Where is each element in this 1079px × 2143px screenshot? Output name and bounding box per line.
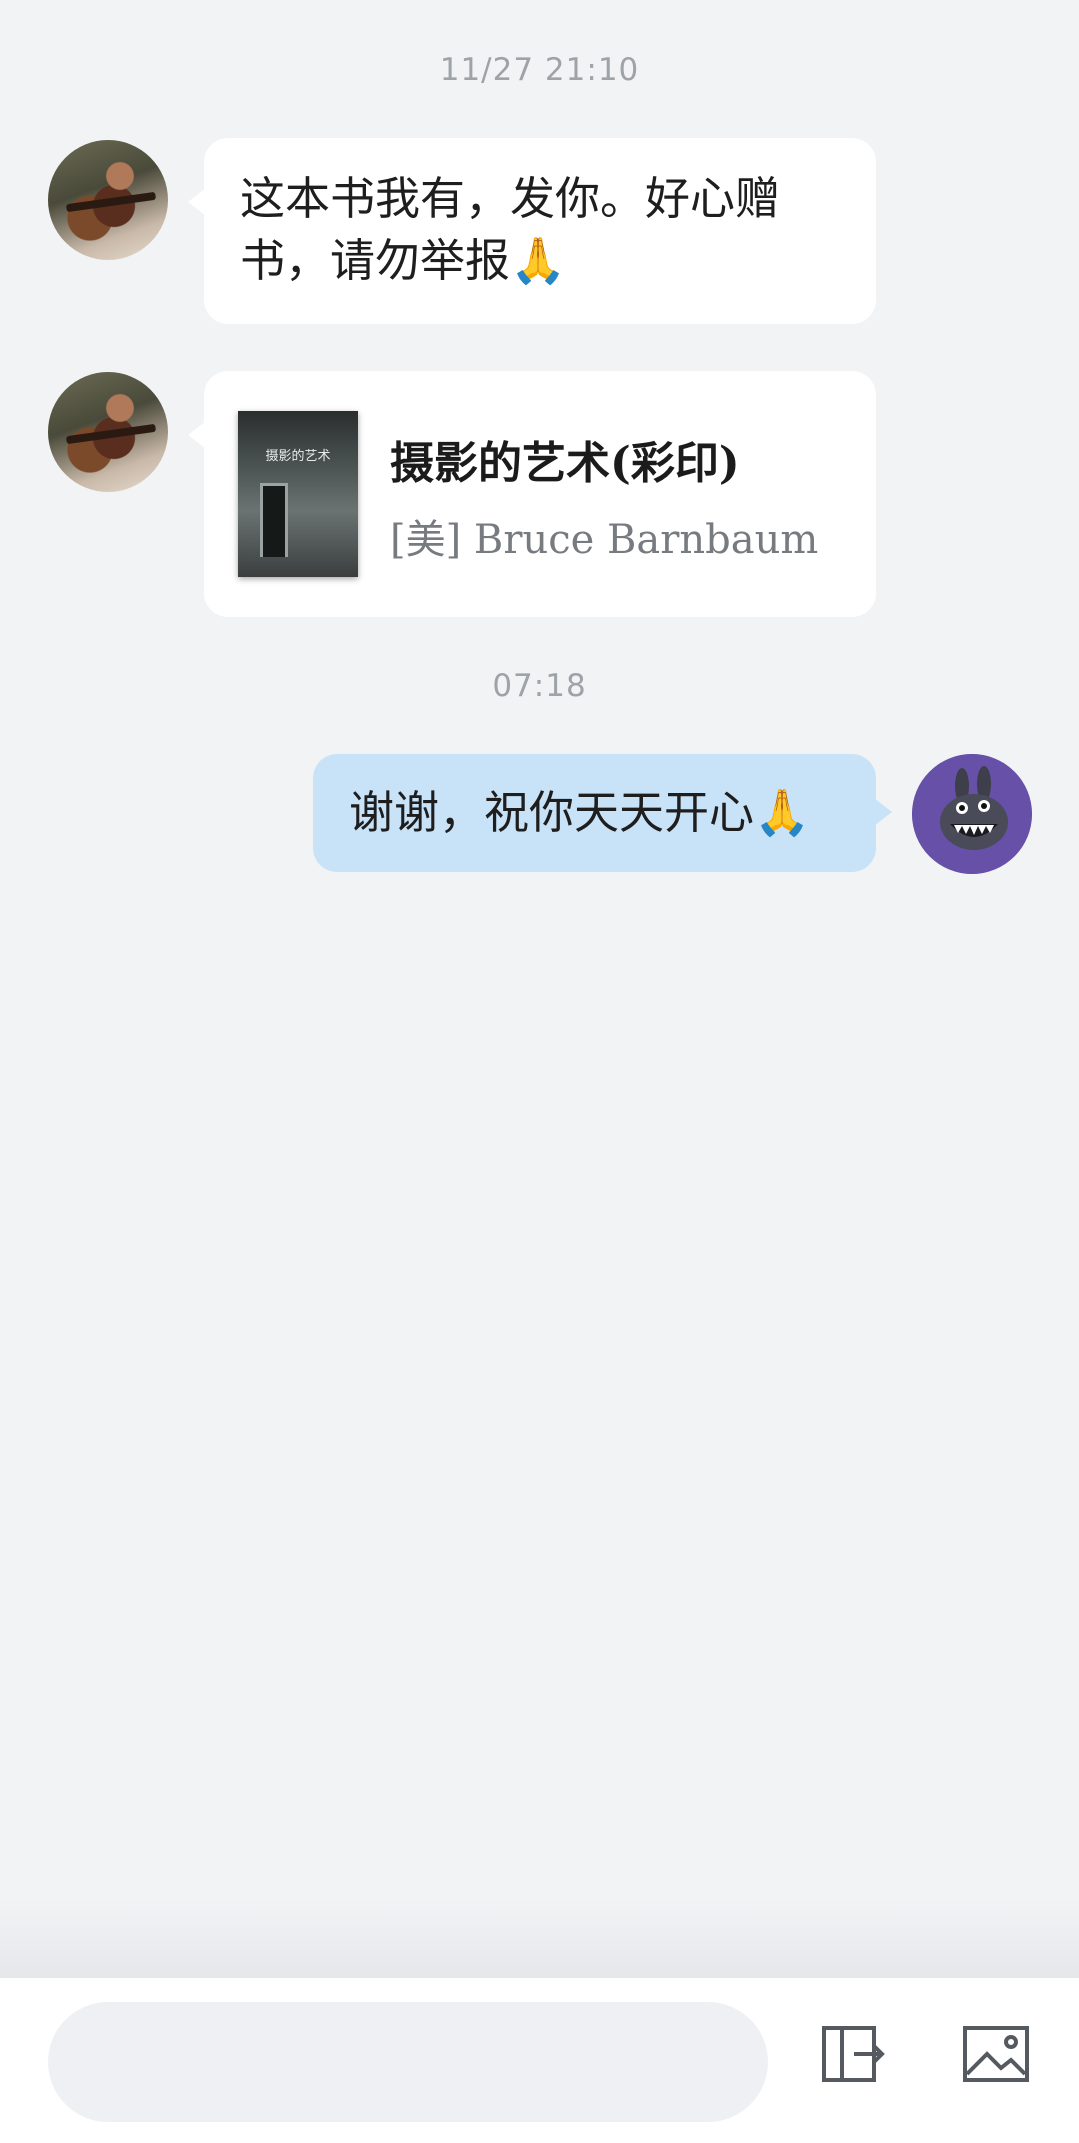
exit-panel-icon [822, 2026, 885, 2082]
timestamp: 11/27 21:10 [439, 52, 640, 88]
book-title: 摄影的艺术(彩印) [390, 438, 740, 489]
composer-shadow [0, 1900, 1079, 1978]
book-author: [美] Bruce Barnbaum [390, 517, 819, 563]
book-cover-image: 摄影的艺术 [238, 411, 358, 577]
message-bubble-outgoing[interactable]: 谢谢，祝你天天开心🙏 [313, 754, 892, 872]
timestamp: 07:18 [492, 668, 587, 704]
image-icon [963, 2026, 1029, 2082]
message-input[interactable] [48, 2002, 768, 2122]
sender-avatar[interactable] [48, 372, 168, 492]
my-avatar[interactable] [912, 754, 1032, 874]
image-button[interactable] [956, 2014, 1036, 2094]
monster-avatar-icon [912, 754, 1032, 874]
book-cover-title: 摄影的艺术 [265, 449, 331, 464]
composer-bar [0, 1978, 1079, 2143]
message-text: 这本书我有，发你。好心赠书，请勿举报🙏 [240, 172, 781, 287]
message-bubble-incoming[interactable]: 这本书我有，发你。好心赠书，请勿举报🙏 [188, 138, 876, 324]
message-text: 谢谢，祝你天天开心🙏 [349, 786, 811, 839]
chat-screen: 11/27 21:10 这本书我有，发你。好心赠书，请勿举报🙏 摄影的艺术 摄影… [0, 0, 1079, 2143]
sender-avatar[interactable] [48, 140, 168, 260]
exit-panel-button[interactable] [812, 2014, 892, 2094]
book-card[interactable]: 摄影的艺术 摄影的艺术(彩印) [美] Bruce Barnbaum [188, 371, 876, 617]
